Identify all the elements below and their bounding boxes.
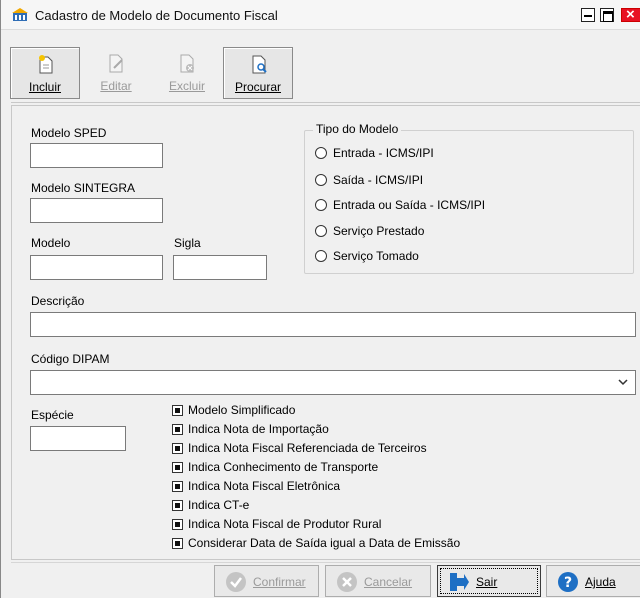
procurar-label: Procurar [234, 80, 281, 94]
checkbox[interactable] [172, 519, 183, 530]
checkbox[interactable] [172, 443, 183, 454]
exit-icon [450, 573, 469, 591]
checkbox-label: Indica Nota de Importação [188, 422, 329, 436]
delete-document-icon [180, 54, 194, 73]
sair-label: Sair [476, 575, 498, 589]
radio-button[interactable] [315, 225, 327, 237]
confirmar-button[interactable]: Confirmar [214, 565, 319, 597]
checkbox[interactable] [172, 538, 183, 549]
radio-label: Saída - ICMS/IPI [333, 173, 424, 187]
procurar-button[interactable]: Procurar [223, 47, 293, 99]
toolbar: Incluir Editar Excluir Procurar [10, 47, 293, 99]
minimize-button[interactable] [581, 8, 595, 22]
editar-button[interactable]: Editar [81, 47, 151, 99]
search-document-icon [252, 55, 267, 74]
help-icon: ? [558, 572, 578, 592]
tipo-modelo-title: Tipo do Modelo [313, 122, 402, 136]
checkbox-label: Modelo Simplificado [188, 403, 296, 417]
edit-document-icon [109, 54, 123, 73]
cancelar-button[interactable]: Cancelar [325, 565, 431, 597]
checkbox[interactable] [172, 481, 183, 492]
checkbox-label: Indica Nota Fiscal de Produtor Rural [188, 517, 382, 531]
modelo-input[interactable] [30, 255, 163, 280]
radio-label: Entrada - ICMS/IPI [333, 146, 434, 160]
checkbox-label: Indica Nota Fiscal Referenciada de Terce… [188, 441, 427, 455]
checkbox-label: Indica Conhecimento de Transporte [188, 460, 379, 474]
excluir-label: Excluir [168, 79, 205, 93]
modelo-sped-label: Modelo SPED [31, 126, 107, 140]
window-title: Cadastro de Modelo de Documento Fiscal [35, 8, 278, 23]
main-window: Cadastro de Modelo de Documento Fiscal I… [0, 0, 640, 598]
codigo-dipam-select[interactable] [30, 370, 636, 395]
incluir-label: Incluir [28, 80, 61, 94]
radio-label: Serviço Prestado [333, 224, 425, 238]
sigla-label: Sigla [174, 236, 201, 250]
codigo-dipam-label: Código DIPAM [31, 352, 110, 366]
radio-button[interactable] [315, 147, 327, 159]
modelo-sintegra-input[interactable] [30, 198, 163, 223]
maximize-button[interactable] [600, 8, 614, 22]
new-document-icon [39, 55, 53, 74]
confirmar-label: Confirmar [253, 575, 306, 589]
svg-text:?: ? [564, 575, 572, 591]
descricao-input[interactable] [30, 312, 636, 337]
building-icon [12, 8, 28, 21]
toolbar-divider [11, 102, 640, 103]
descricao-label: Descrição [31, 294, 85, 308]
modelo-sped-input[interactable] [30, 143, 163, 168]
modelo-sintegra-label: Modelo SINTEGRA [31, 181, 136, 195]
x-circle-icon [337, 572, 357, 592]
radio-label: Entrada ou Saída - ICMS/IPI [333, 198, 486, 212]
especie-label: Espécie [31, 408, 74, 422]
checkbox[interactable] [172, 424, 183, 435]
especie-input[interactable] [30, 426, 126, 451]
checkbox-label: Indica CT-e [188, 498, 250, 512]
checkbox-label: Indica Nota Fiscal Eletrônica [188, 479, 341, 493]
radio-button[interactable] [315, 250, 327, 262]
radio-label: Serviço Tomado [333, 249, 419, 263]
checkbox[interactable] [172, 405, 183, 416]
cancelar-label: Cancelar [364, 575, 413, 589]
check-circle-icon [226, 572, 246, 592]
modelo-label: Modelo [31, 236, 71, 250]
sigla-input[interactable] [173, 255, 267, 280]
chevron-down-icon[interactable] [617, 376, 629, 388]
close-button[interactable] [621, 6, 640, 23]
ajuda-button[interactable]: ? Ajuda [546, 565, 640, 597]
sair-button[interactable]: Sair [437, 565, 541, 597]
radio-button[interactable] [315, 199, 327, 211]
checkbox-label: Considerar Data de Saída igual a Data de… [188, 536, 461, 550]
checkbox[interactable] [172, 462, 183, 473]
title-bar: Cadastro de Modelo de Documento Fiscal [1, 0, 640, 30]
excluir-button[interactable]: Excluir [152, 47, 222, 99]
checkbox[interactable] [172, 500, 183, 511]
ajuda-label: Ajuda [585, 575, 616, 589]
radio-button[interactable] [315, 174, 327, 186]
incluir-button[interactable]: Incluir [10, 47, 80, 99]
editar-label: Editar [100, 79, 132, 93]
